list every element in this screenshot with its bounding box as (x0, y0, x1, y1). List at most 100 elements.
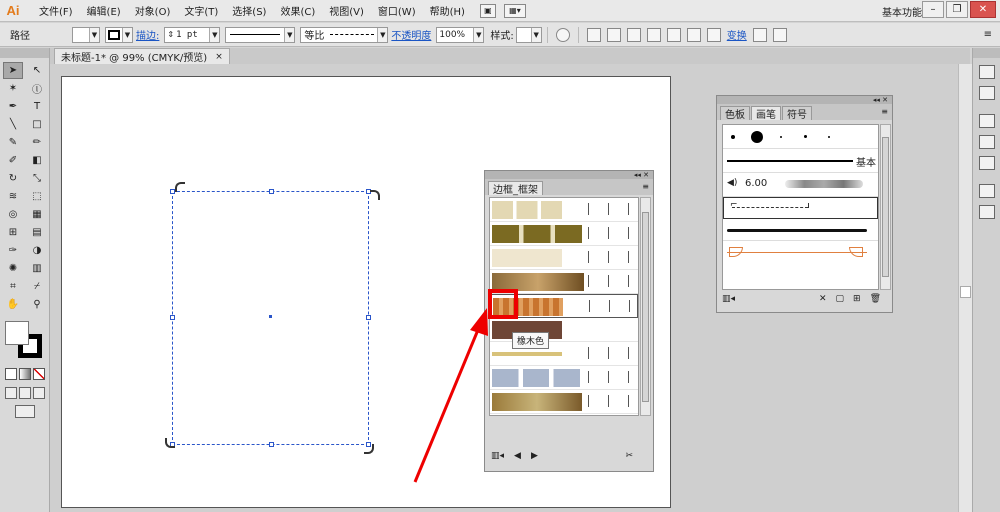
variable-width-profile[interactable]: ▼ (225, 26, 296, 43)
eyedropper-tool-icon[interactable]: ✑ (3, 242, 23, 259)
menu-object[interactable]: 对象(O) (128, 3, 178, 18)
brush-libraries-menu-icon[interactable]: ▥◂ (722, 294, 735, 304)
tab-border-frames[interactable]: 边框_框架 (488, 181, 543, 196)
delete-brush-icon[interactable]: 🗑 (870, 294, 881, 304)
screen-mode-icon[interactable] (15, 405, 35, 418)
isolate-icon[interactable] (752, 27, 767, 42)
mesh-tool-icon[interactable]: ⊞ (3, 224, 23, 241)
library-options-icon[interactable]: ✂ (625, 451, 633, 461)
pencil-tool-icon[interactable]: ✏ (27, 134, 47, 151)
brush-dot-flat[interactable] (804, 135, 807, 138)
handle-bottom[interactable] (269, 442, 274, 447)
rectangle-tool-icon[interactable]: □ (27, 116, 47, 133)
list-item[interactable] (490, 198, 638, 222)
library-menu-icon[interactable]: ▥◂ (491, 451, 504, 461)
more-options-icon[interactable] (772, 27, 787, 42)
handle-top[interactable] (269, 189, 274, 194)
basic-brush-row[interactable]: 基本 (723, 149, 878, 173)
dock-header[interactable] (973, 48, 1000, 58)
collapse-icon[interactable]: ◂◂ ✕ (873, 96, 888, 104)
handle-right[interactable] (366, 315, 371, 320)
menu-file[interactable]: 文件(F) (32, 3, 80, 18)
minimize-icon[interactable]: – (922, 1, 944, 18)
tab-swatches[interactable]: 色板 (720, 106, 750, 121)
fill-stroke-widget[interactable] (5, 321, 45, 363)
hand-tool-icon[interactable]: ✋ (3, 296, 23, 313)
stroke-weight-field[interactable]: ⇕ 1 pt ▼ (164, 26, 221, 43)
paintbrush-tool-icon[interactable]: ✎ (3, 134, 23, 151)
scrollbar-thumb[interactable] (960, 286, 971, 298)
direct-selection-tool-icon[interactable]: ↖ (27, 62, 47, 79)
library-scrollbar[interactable] (640, 197, 651, 416)
slice-tool-icon[interactable]: ⌿ (27, 278, 47, 295)
panel-menu-icon[interactable]: ≡ (881, 107, 888, 116)
bridge-icon[interactable]: ▣ (479, 3, 496, 18)
blend-tool-icon[interactable]: ◑ (27, 242, 47, 259)
draw-inside-icon[interactable] (33, 387, 45, 399)
brush-dot-large[interactable] (751, 131, 763, 143)
close-tab-icon[interactable]: × (215, 52, 223, 62)
art-brush-row[interactable] (723, 219, 878, 241)
draw-behind-icon[interactable] (19, 387, 31, 399)
align-right-icon[interactable] (646, 27, 661, 42)
scrollbar-thumb[interactable] (642, 212, 649, 402)
lasso-tool-icon[interactable]: ⓛ (27, 80, 47, 97)
list-item[interactable] (490, 222, 638, 246)
vertical-scrollbar[interactable] (958, 64, 972, 512)
none-mode-icon[interactable] (33, 368, 45, 380)
list-item[interactable] (490, 246, 638, 270)
collapse-icon[interactable]: ◂◂ ✕ (634, 171, 649, 179)
gradient-tool-icon[interactable]: ▤ (27, 224, 47, 241)
color-guide-icon[interactable] (978, 86, 995, 100)
scale-tool-icon[interactable]: ⤡ (27, 170, 47, 187)
tab-symbols[interactable]: 符号 (782, 106, 812, 121)
brush-options-icon[interactable]: ▢ (836, 294, 845, 304)
fill-swatch[interactable] (5, 321, 29, 345)
next-library-icon[interactable]: ▶ (531, 451, 538, 461)
list-item[interactable] (490, 390, 638, 414)
calligraphic-brushes-row[interactable] (723, 125, 878, 149)
color-panel-icon[interactable] (978, 65, 995, 79)
brush-dot-tiny[interactable] (780, 136, 782, 138)
opacity-link[interactable]: 不透明度 (391, 27, 431, 42)
border-brush-row-selected[interactable]: ⌐ (723, 197, 878, 219)
selection-tool-icon[interactable]: ➤ (3, 62, 23, 79)
panel-title-bar[interactable]: ◂◂ ✕ (717, 96, 892, 104)
align-top-icon[interactable] (666, 27, 681, 42)
gradient-panel-icon[interactable] (978, 135, 995, 149)
align-bottom-icon[interactable] (706, 27, 721, 42)
menu-window[interactable]: 窗口(W) (371, 3, 423, 18)
previous-library-icon[interactable]: ◀ (514, 451, 521, 461)
menu-help[interactable]: 帮助(H) (423, 3, 472, 18)
brush-dot-point[interactable] (828, 136, 830, 138)
symbol-sprayer-tool-icon[interactable]: ✺ (3, 260, 23, 277)
workspace-switcher[interactable]: 基本功能 (882, 4, 922, 19)
draw-normal-icon[interactable] (5, 387, 17, 399)
graphic-style-dropdown[interactable]: ▼ (515, 26, 542, 43)
type-tool-icon[interactable]: T (27, 98, 47, 115)
brush-dot-small[interactable] (731, 135, 735, 139)
handle-left[interactable] (170, 315, 175, 320)
scrollbar-thumb[interactable] (882, 137, 889, 277)
pen-tool-icon[interactable]: ✒ (3, 98, 23, 115)
scatter-brush-row[interactable]: ◀) 6.00 (723, 173, 878, 197)
layers-panel-icon[interactable] (978, 184, 995, 198)
tools-panel-header[interactable] (0, 48, 49, 58)
remove-stroke-icon[interactable]: ✕ (819, 294, 827, 304)
control-bar-menu-icon[interactable]: ≡ (984, 29, 992, 40)
list-item[interactable] (490, 366, 638, 390)
gradient-mode-icon[interactable] (19, 368, 31, 380)
document-tab[interactable]: 未标题-1* @ 99% (CMYK/预览) × (54, 48, 230, 64)
zoom-tool-icon[interactable]: ⚲ (27, 296, 47, 313)
artboards-panel-icon[interactable] (978, 205, 995, 219)
color-mode-icon[interactable] (5, 368, 17, 380)
align-middle-icon[interactable] (686, 27, 701, 42)
stroke-link[interactable]: 描边: (136, 27, 159, 42)
panel-title-bar[interactable]: ◂◂ ✕ (485, 171, 653, 179)
perspective-grid-tool-icon[interactable]: ▦ (27, 206, 47, 223)
blob-brush-tool-icon[interactable]: ✐ (3, 152, 23, 169)
brush-scrollbar[interactable] (880, 124, 891, 290)
fill-color-dropdown[interactable]: ▼ (72, 26, 100, 43)
align-center-icon[interactable] (626, 27, 641, 42)
free-transform-tool-icon[interactable]: ⬚ (27, 188, 47, 205)
